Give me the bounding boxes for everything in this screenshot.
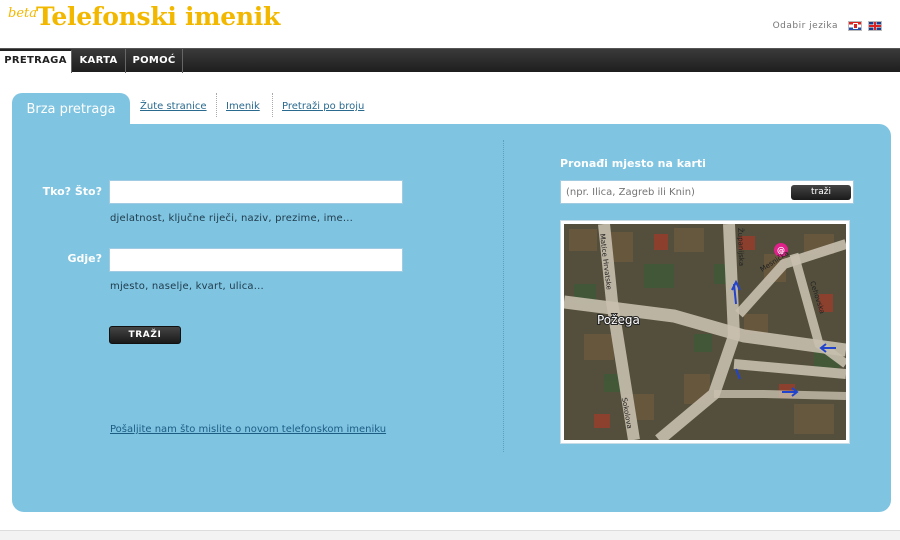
where-label: Gdje? bbox=[67, 252, 102, 265]
language-selector: Odabir jezika bbox=[773, 21, 882, 31]
feedback-link[interactable]: Pošaljite nam što mislite o novom telefo… bbox=[110, 424, 386, 435]
map-frame: @ Požega Matice Hrvatske Županijska Mesn… bbox=[560, 220, 850, 444]
map-search-box: traži bbox=[560, 180, 854, 204]
where-hint: mjesto, naselje, kvart, ulica... bbox=[110, 281, 264, 292]
nav-item-karta[interactable]: KARTA bbox=[72, 49, 126, 73]
who-input[interactable] bbox=[109, 180, 403, 204]
nav-item-pomoc[interactable]: POMOĆ bbox=[126, 49, 183, 73]
nav-item-pretraga[interactable]: PRETRAGA bbox=[0, 49, 72, 73]
map-city-label: Požega bbox=[597, 313, 640, 327]
footer-bar bbox=[0, 530, 900, 540]
tab-imenik[interactable]: Imenik bbox=[226, 101, 260, 112]
panel-divider bbox=[503, 140, 504, 452]
who-label: Tko? Što? bbox=[42, 185, 102, 198]
map-search-button[interactable]: traži bbox=[791, 185, 851, 200]
who-hint: djelatnost, ključne riječi, naziv, prezi… bbox=[110, 213, 354, 224]
map-image: @ Požega Matice Hrvatske Županijska Mesn… bbox=[564, 224, 846, 440]
map-search-input[interactable] bbox=[561, 181, 791, 203]
tab-zute-stranice[interactable]: Žute stranice bbox=[140, 101, 207, 112]
map-view[interactable]: @ Požega Matice Hrvatske Županijska Mesn… bbox=[564, 224, 846, 440]
logo-beta: beta bbox=[8, 6, 37, 21]
tab-separator bbox=[216, 93, 217, 117]
logo-title[interactable]: Telefonski imenik bbox=[36, 2, 280, 31]
header: beta Telefonski imenik Odabir jezika bbox=[0, 0, 900, 48]
search-button[interactable]: TRAŽI bbox=[109, 326, 181, 344]
english-flag-icon[interactable] bbox=[868, 21, 882, 31]
tab-separator bbox=[272, 93, 273, 117]
main-navigation: PRETRAGA KARTA POMOĆ bbox=[0, 48, 900, 73]
map-title: Pronađi mjesto na karti bbox=[560, 157, 706, 170]
map-street-label: Županijska bbox=[736, 228, 746, 266]
language-label: Odabir jezika bbox=[772, 21, 838, 31]
where-input[interactable] bbox=[109, 248, 403, 272]
search-panel: Tko? Što? djelatnost, ključne riječi, na… bbox=[12, 124, 891, 512]
tab-pretrazi-po-broju[interactable]: Pretraži po broju bbox=[282, 101, 364, 112]
tab-brza-pretraga[interactable]: Brza pretraga bbox=[12, 93, 130, 126]
croatian-flag-icon[interactable] bbox=[848, 21, 862, 31]
